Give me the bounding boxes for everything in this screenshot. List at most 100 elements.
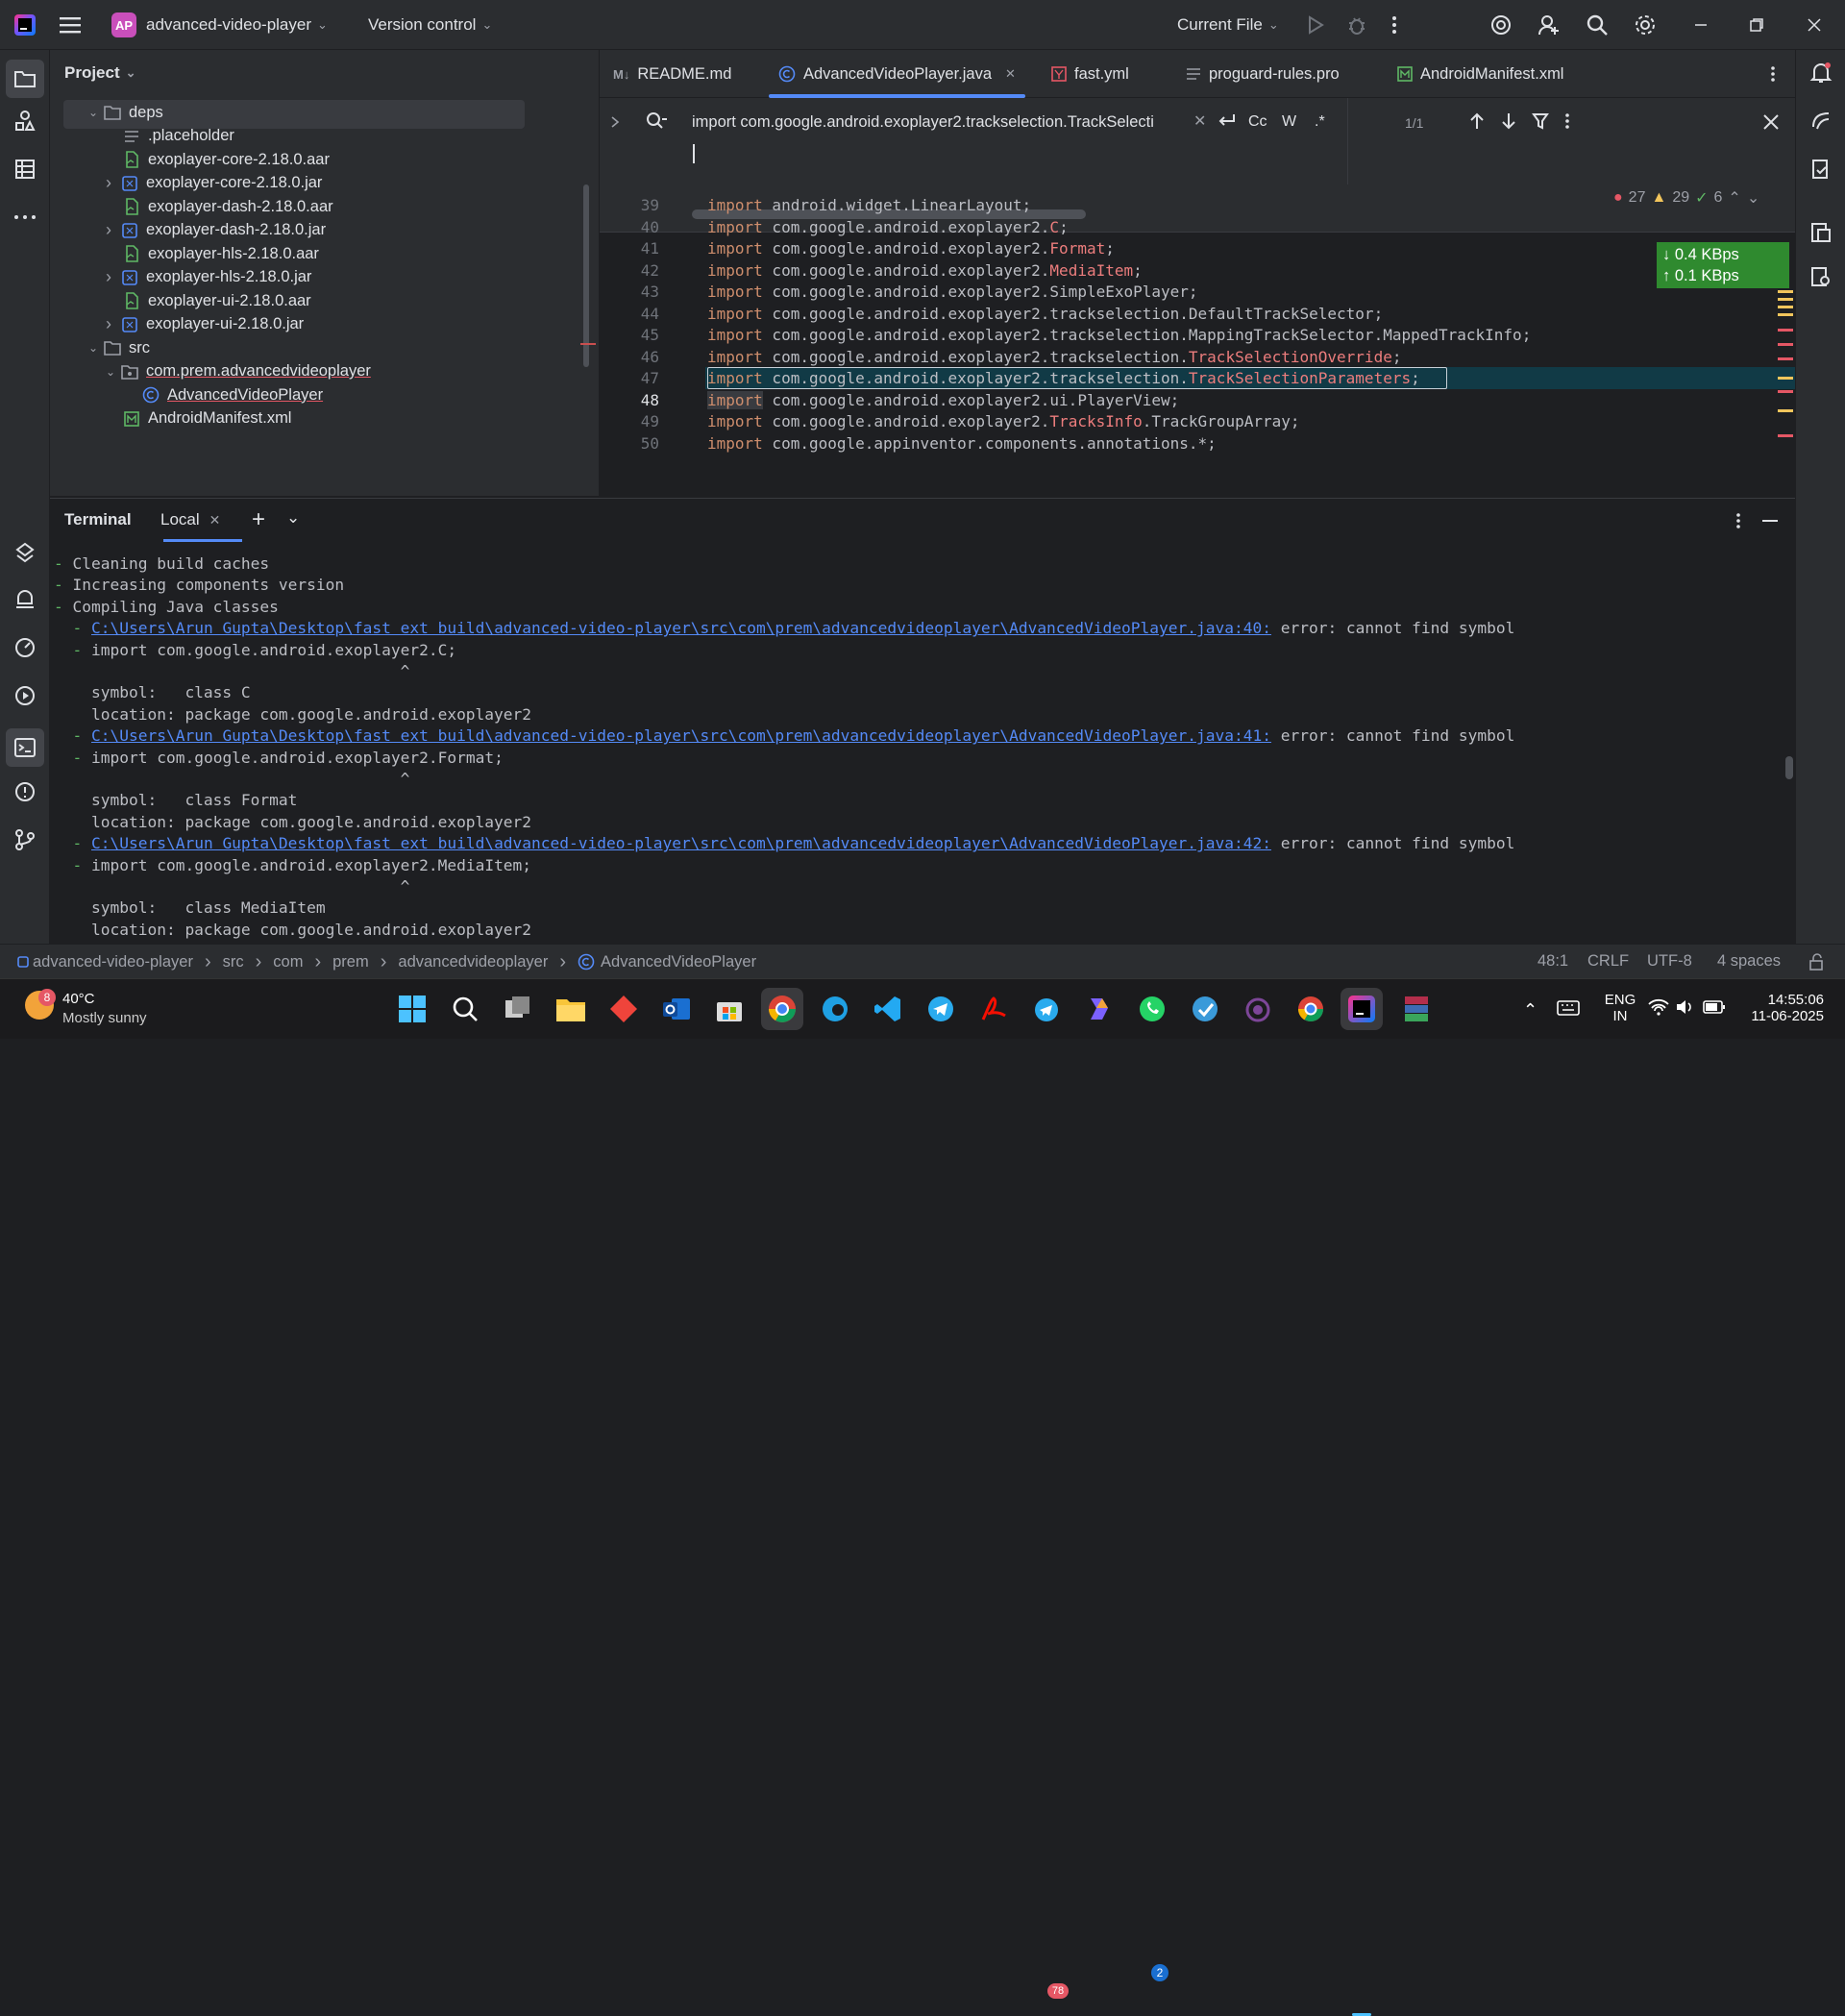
python-idle-icon[interactable] — [1187, 991, 1223, 1027]
battery-icon[interactable] — [1703, 1000, 1726, 1014]
file-encoding[interactable]: UTF-8 — [1647, 952, 1692, 971]
wifi-icon[interactable] — [1648, 998, 1669, 1016]
search-history-icon[interactable] — [646, 111, 669, 131]
add-user-icon[interactable] — [1538, 0, 1561, 50]
windows-start-icon[interactable] — [394, 991, 430, 1027]
project-selector[interactable]: AP advanced-video-player ⌄ — [111, 0, 328, 50]
code-line[interactable]: 50 import com.google.appinventor.componen… — [600, 430, 1795, 457]
structure-icon[interactable] — [12, 156, 38, 183]
project-tool-icon[interactable] — [6, 60, 44, 98]
version-control-menu[interactable]: Version control ⌄ — [368, 0, 492, 50]
volume-icon[interactable] — [1675, 998, 1694, 1016]
find-more-icon[interactable] — [1564, 112, 1570, 130]
problems-icon[interactable] — [12, 778, 38, 805]
chevron-down-icon[interactable]: ⌄ — [88, 341, 104, 355]
tor-browser-icon[interactable] — [1240, 991, 1276, 1027]
search-icon[interactable] — [447, 991, 483, 1027]
error-stripe[interactable] — [1778, 290, 1793, 530]
indent-setting[interactable]: 4 spaces — [1717, 952, 1781, 971]
vscode-icon[interactable] — [870, 991, 906, 1027]
telegram-desktop-icon[interactable] — [1028, 991, 1065, 1027]
clear-search-icon[interactable]: ✕ — [1193, 111, 1206, 131]
filter-icon[interactable] — [1532, 112, 1549, 130]
regex-toggle[interactable]: .* — [1315, 113, 1325, 131]
debug-icon[interactable] — [1347, 0, 1366, 50]
editor-tab[interactable]: M↓ README.md — [613, 50, 731, 98]
new-terminal-icon[interactable]: + — [252, 506, 265, 533]
error-file-link[interactable]: C:\Users\Arun Gupta\Desktop\fast ext bui… — [91, 619, 1271, 637]
chrome-profile-icon[interactable] — [761, 988, 803, 1030]
run-configuration-selector[interactable]: Current File ⌄ — [1177, 0, 1279, 50]
project-view-selector[interactable]: Project ⌄ — [64, 63, 136, 83]
more-actions-icon[interactable] — [1391, 0, 1397, 50]
close-tab-icon[interactable]: ✕ — [209, 512, 221, 529]
stripe-mark[interactable] — [1778, 390, 1793, 393]
new-line-icon[interactable] — [1217, 112, 1238, 130]
terminal-output[interactable]: - Cleaning build caches - Increasing comp… — [50, 547, 1780, 945]
show-hidden-icons-icon[interactable]: ⌃ — [1523, 1000, 1538, 1020]
chevron-down-icon[interactable]: ⌄ — [286, 508, 300, 528]
gemini-icon[interactable] — [1808, 108, 1834, 135]
hide-panel-icon[interactable] — [1762, 520, 1778, 522]
terminal-options-icon[interactable] — [1735, 512, 1741, 529]
restore-window-icon[interactable] — [1749, 0, 1764, 50]
chevron-down-icon[interactable]: ⌄ — [88, 106, 104, 119]
stripe-mark[interactable] — [1778, 409, 1793, 412]
caret-position[interactable]: 48:1 — [1538, 952, 1568, 971]
ai-assistant-icon[interactable] — [1489, 0, 1513, 50]
stripe-mark[interactable] — [1778, 357, 1793, 360]
temperature[interactable]: 40°C — [62, 991, 95, 1007]
intellij-taskbar-icon[interactable] — [1341, 988, 1383, 1030]
microsoft-store-icon[interactable] — [711, 991, 748, 1027]
stripe-mark[interactable] — [1778, 377, 1793, 380]
terminal-scrollbar[interactable] — [1785, 756, 1793, 779]
keyboard-icon[interactable] — [1557, 1000, 1580, 1016]
language-indicator[interactable]: ENG IN — [1601, 992, 1639, 1024]
whatsapp-icon[interactable] — [1134, 991, 1170, 1027]
read-only-lock-icon[interactable] — [1808, 953, 1826, 971]
outlook-icon[interactable] — [658, 991, 695, 1027]
tree-scrollbar[interactable] — [583, 184, 589, 367]
expand-replace-icon[interactable] — [609, 98, 621, 146]
device-explorer-icon[interactable] — [1808, 219, 1834, 246]
main-menu-icon[interactable] — [60, 0, 81, 50]
editor-tab[interactable]: fast.yml — [1051, 50, 1129, 98]
file-explorer-icon[interactable] — [553, 991, 589, 1027]
anydesk-icon[interactable] — [605, 991, 642, 1027]
device-manager-icon[interactable] — [12, 586, 38, 613]
breadcrumb-item[interactable]: com — [273, 953, 303, 971]
code-area[interactable]: 39 import android.widget.LinearLayout; 40 i… — [600, 188, 1795, 496]
words-toggle[interactable]: W — [1282, 113, 1296, 131]
chevron-right-icon[interactable]: › — [106, 314, 121, 334]
services-icon[interactable] — [12, 682, 38, 709]
terminal-tool-icon[interactable] — [6, 728, 44, 767]
match-case-toggle[interactable]: Cc — [1248, 113, 1267, 131]
gradle-icon[interactable] — [1808, 156, 1834, 183]
editor-tab[interactable]: AndroidManifest.xml — [1397, 50, 1563, 98]
next-occurrence-icon[interactable] — [1500, 111, 1517, 131]
breadcrumb-item[interactable]: advanced-video-player — [33, 953, 193, 971]
stripe-mark[interactable] — [1778, 313, 1793, 316]
previous-occurrence-icon[interactable] — [1468, 111, 1486, 131]
weather-condition[interactable]: Mostly sunny — [62, 1010, 147, 1026]
app-inspection-icon[interactable] — [12, 634, 38, 661]
error-file-link[interactable]: C:\Users\Arun Gupta\Desktop\fast ext bui… — [91, 726, 1271, 745]
more-tools-icon[interactable] — [12, 204, 38, 231]
error-file-link[interactable]: C:\Users\Arun Gupta\Desktop\fast ext bui… — [91, 834, 1271, 852]
breadcrumb-item[interactable]: src — [223, 953, 244, 971]
editor-tab[interactable]: AdvancedVideoPlayer.java ✕ — [769, 50, 1025, 98]
close-find-icon[interactable] — [1762, 113, 1780, 131]
line-separator[interactable]: CRLF — [1587, 952, 1629, 971]
git-icon[interactable] — [12, 826, 38, 853]
copilot-icon[interactable] — [1081, 991, 1118, 1027]
find-input[interactable]: import com.google.android.exoplayer2.tra… — [692, 113, 1182, 132]
tab-options-icon[interactable] — [1770, 65, 1776, 83]
build-variants-icon[interactable] — [12, 538, 38, 565]
terminal-tab-local[interactable]: Local ✕ — [160, 510, 220, 529]
settings-gear-icon[interactable] — [1634, 0, 1657, 50]
close-window-icon[interactable] — [1807, 0, 1822, 50]
stripe-mark[interactable] — [1778, 434, 1793, 437]
stripe-mark[interactable] — [1778, 329, 1793, 332]
breadcrumb-item[interactable]: advancedvideoplayer — [398, 953, 548, 971]
ide-logo-icon[interactable] — [13, 0, 37, 50]
